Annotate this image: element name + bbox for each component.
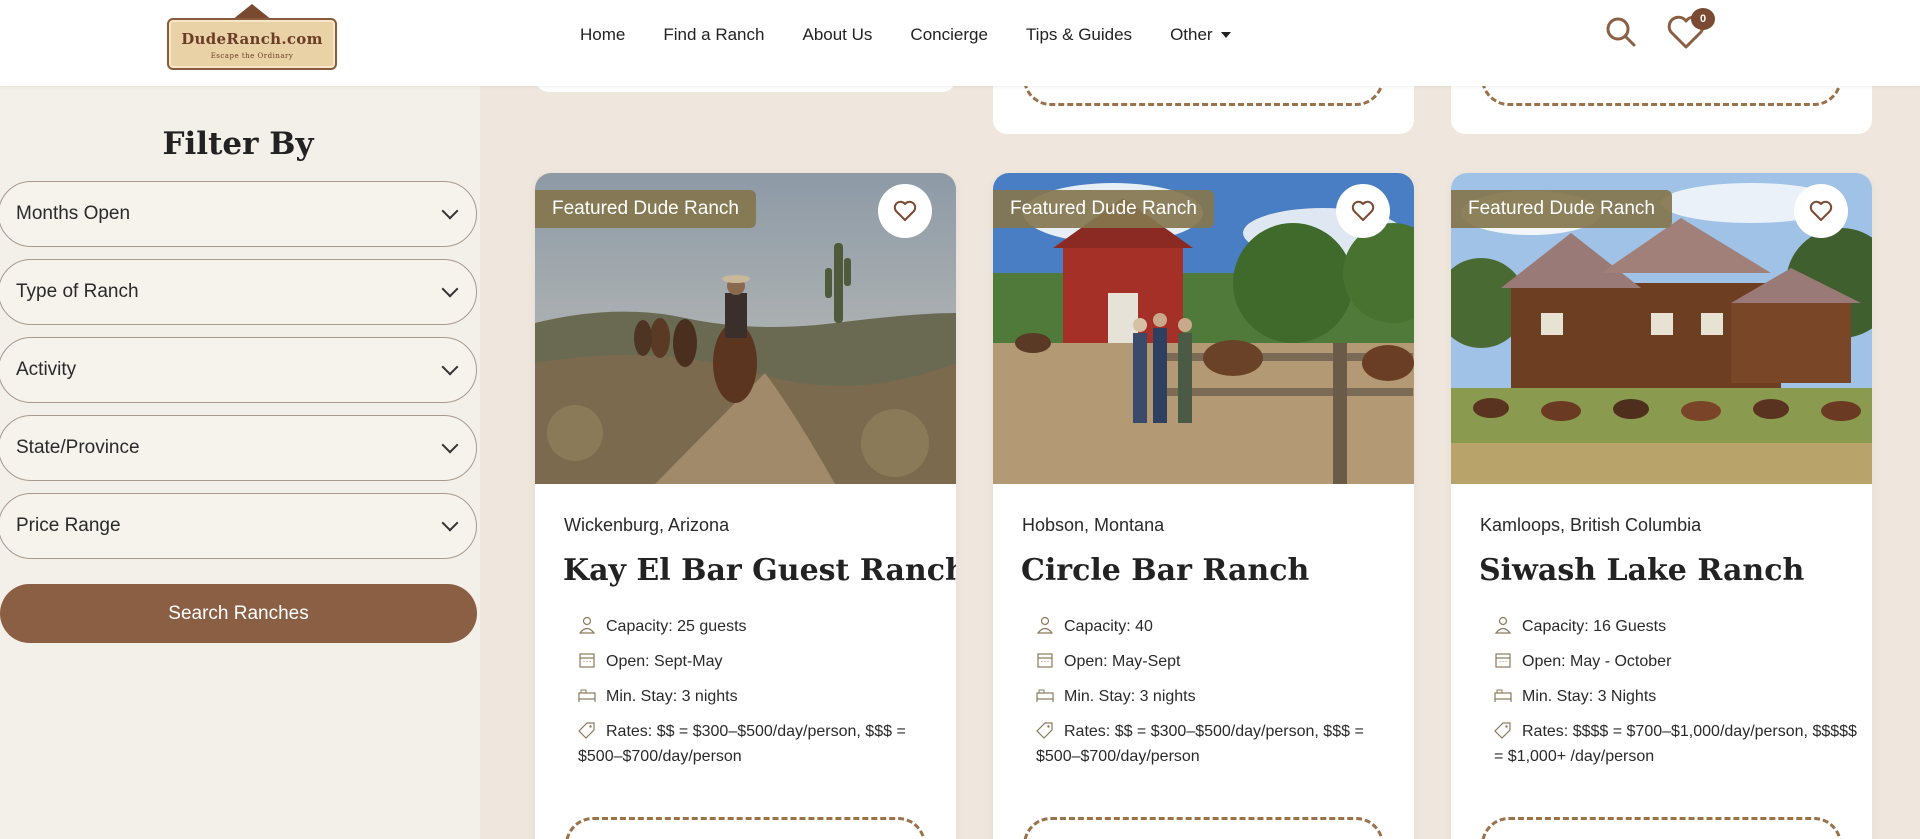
featured-tag: Featured Dude Ranch: [535, 190, 756, 228]
min-stay-text: Min. Stay: 3 Nights: [1522, 688, 1657, 705]
price-tag-icon: [1494, 722, 1511, 739]
open-row: Open: May - October: [1494, 649, 1854, 674]
ranch-card[interactable]: Featured Dude Ranch Hobson, Montana Circ…: [993, 173, 1414, 839]
filter-activity[interactable]: Activity: [0, 337, 477, 403]
open-text: Open: May - October: [1522, 653, 1672, 670]
filter-price-range[interactable]: Price Range: [0, 493, 477, 559]
logo-tagline: Escape the Ordinary: [210, 52, 294, 60]
listing-area: Featured Dude Ranch Wickenburg, Arizona …: [480, 0, 1920, 839]
chevron-down-icon: [441, 358, 459, 376]
ranch-card[interactable]: Featured Dude Ranch Kamloops, British Co…: [1451, 173, 1872, 839]
heart-icon: [893, 200, 917, 221]
rates-text: Rates: $$$$ = $700–$1,000/day/person, $$…: [1494, 723, 1857, 765]
site-header: DudeRanch.com Escape the Ordinary Home F…: [0, 0, 1920, 86]
favorite-button[interactable]: [1794, 184, 1848, 238]
search-ranches-button[interactable]: Search Ranches: [0, 584, 477, 643]
caret-down-icon: [1220, 32, 1231, 38]
open-text: Open: Sept-May: [606, 653, 723, 670]
ranch-title[interactable]: Circle Bar Ranch: [1021, 553, 1309, 588]
bed-icon: [1494, 689, 1512, 702]
calendar-icon: [1037, 653, 1053, 668]
favorites-count-badge: 0: [1691, 8, 1715, 30]
filter-label: Type of Ranch: [16, 281, 139, 302]
min-stay-text: Min. Stay: 3 nights: [1064, 688, 1196, 705]
view-ranch-button[interactable]: [1023, 817, 1384, 839]
min-stay-row: Min. Stay: 3 Nights: [1494, 684, 1854, 709]
calendar-icon: [579, 653, 595, 668]
open-row: Open: May-Sept: [1036, 649, 1396, 674]
capacity-row: Capacity: 40: [1036, 614, 1396, 639]
min-stay-row: Min. Stay: 3 nights: [1036, 684, 1396, 709]
person-icon: [1036, 616, 1054, 634]
filter-state-province[interactable]: State/Province: [0, 415, 477, 481]
bed-icon: [578, 689, 596, 702]
capacity-text: Capacity: 40: [1064, 618, 1153, 635]
min-stay-text: Min. Stay: 3 nights: [606, 688, 738, 705]
main-nav: Home Find a Ranch About Us Concierge Tip…: [580, 22, 1231, 48]
rates-row: Rates: $$ = $300–$500/day/person, $$$ = …: [578, 719, 948, 769]
ranch-location: Wickenburg, Arizona: [564, 515, 730, 535]
capacity-text: Capacity: 25 guests: [606, 618, 747, 635]
ranch-photo[interactable]: Featured Dude Ranch: [1451, 173, 1872, 484]
capacity-row: Capacity: 25 guests: [578, 614, 938, 639]
open-row: Open: Sept-May: [578, 649, 938, 674]
ranch-title[interactable]: Kay El Bar Guest Ranch: [563, 553, 956, 588]
filter-label: Price Range: [16, 515, 121, 536]
filter-label: Months Open: [16, 203, 131, 224]
ranch-title[interactable]: Siwash Lake Ranch: [1479, 553, 1804, 588]
heart-icon: [1809, 200, 1833, 221]
capacity-row: Capacity: 16 Guests: [1494, 614, 1854, 639]
filter-label: State/Province: [16, 437, 140, 458]
nav-other-label: Other: [1170, 25, 1213, 44]
featured-tag: Featured Dude Ranch: [1451, 190, 1672, 228]
chevron-down-icon: [441, 202, 459, 220]
logo-brand: DudeRanch.com: [181, 30, 323, 48]
filter-title: Filter By: [162, 126, 314, 162]
favorite-button[interactable]: [1336, 184, 1390, 238]
price-tag-icon: [578, 722, 595, 739]
nav-find-a-ranch[interactable]: Find a Ranch: [663, 25, 764, 45]
bed-icon: [1036, 689, 1054, 702]
person-icon: [578, 616, 596, 634]
open-text: Open: May-Sept: [1064, 653, 1181, 670]
ranch-photo[interactable]: Featured Dude Ranch: [993, 173, 1414, 484]
ranch-location: Kamloops, British Columbia: [1480, 515, 1702, 535]
filter-months-open[interactable]: Months Open: [0, 181, 477, 247]
rates-row: Rates: $$$$ = $700–$1,000/day/person, $$…: [1494, 719, 1864, 769]
ranch-location: Hobson, Montana: [1022, 515, 1165, 535]
chevron-down-icon: [441, 514, 459, 532]
min-stay-row: Min. Stay: 3 nights: [578, 684, 938, 709]
rates-row: Rates: $$ = $300–$500/day/person, $$$ = …: [1036, 719, 1406, 769]
filter-type-of-ranch[interactable]: Type of Ranch: [0, 259, 477, 325]
nav-other[interactable]: Other: [1170, 25, 1231, 45]
person-icon: [1494, 616, 1512, 634]
view-ranch-button[interactable]: [1481, 817, 1842, 839]
favorite-button[interactable]: [878, 184, 932, 238]
heart-icon: [1351, 200, 1375, 221]
capacity-text: Capacity: 16 Guests: [1522, 618, 1667, 635]
filter-label: Activity: [16, 359, 77, 380]
search-icon[interactable]: [1605, 16, 1637, 48]
view-ranch-button[interactable]: [565, 817, 926, 839]
site-logo[interactable]: DudeRanch.com Escape the Ordinary: [167, 4, 337, 70]
featured-tag: Featured Dude Ranch: [993, 190, 1214, 228]
calendar-icon: [1495, 653, 1511, 668]
nav-concierge[interactable]: Concierge: [910, 25, 988, 45]
nav-about-us[interactable]: About Us: [802, 25, 872, 45]
rates-text: Rates: $$ = $300–$500/day/person, $$$ = …: [578, 723, 906, 765]
chevron-down-icon: [441, 436, 459, 454]
filter-sidebar: Filter By Months Open Type of Ranch Acti…: [0, 86, 480, 839]
ranch-card[interactable]: Featured Dude Ranch Wickenburg, Arizona …: [535, 173, 956, 839]
nav-home[interactable]: Home: [580, 25, 625, 45]
chevron-down-icon: [441, 280, 459, 298]
rates-text: Rates: $$ = $300–$500/day/person, $$$ = …: [1036, 723, 1364, 765]
nav-tips-guides[interactable]: Tips & Guides: [1026, 25, 1132, 45]
price-tag-icon: [1036, 722, 1053, 739]
ranch-photo[interactable]: Featured Dude Ranch: [535, 173, 956, 484]
